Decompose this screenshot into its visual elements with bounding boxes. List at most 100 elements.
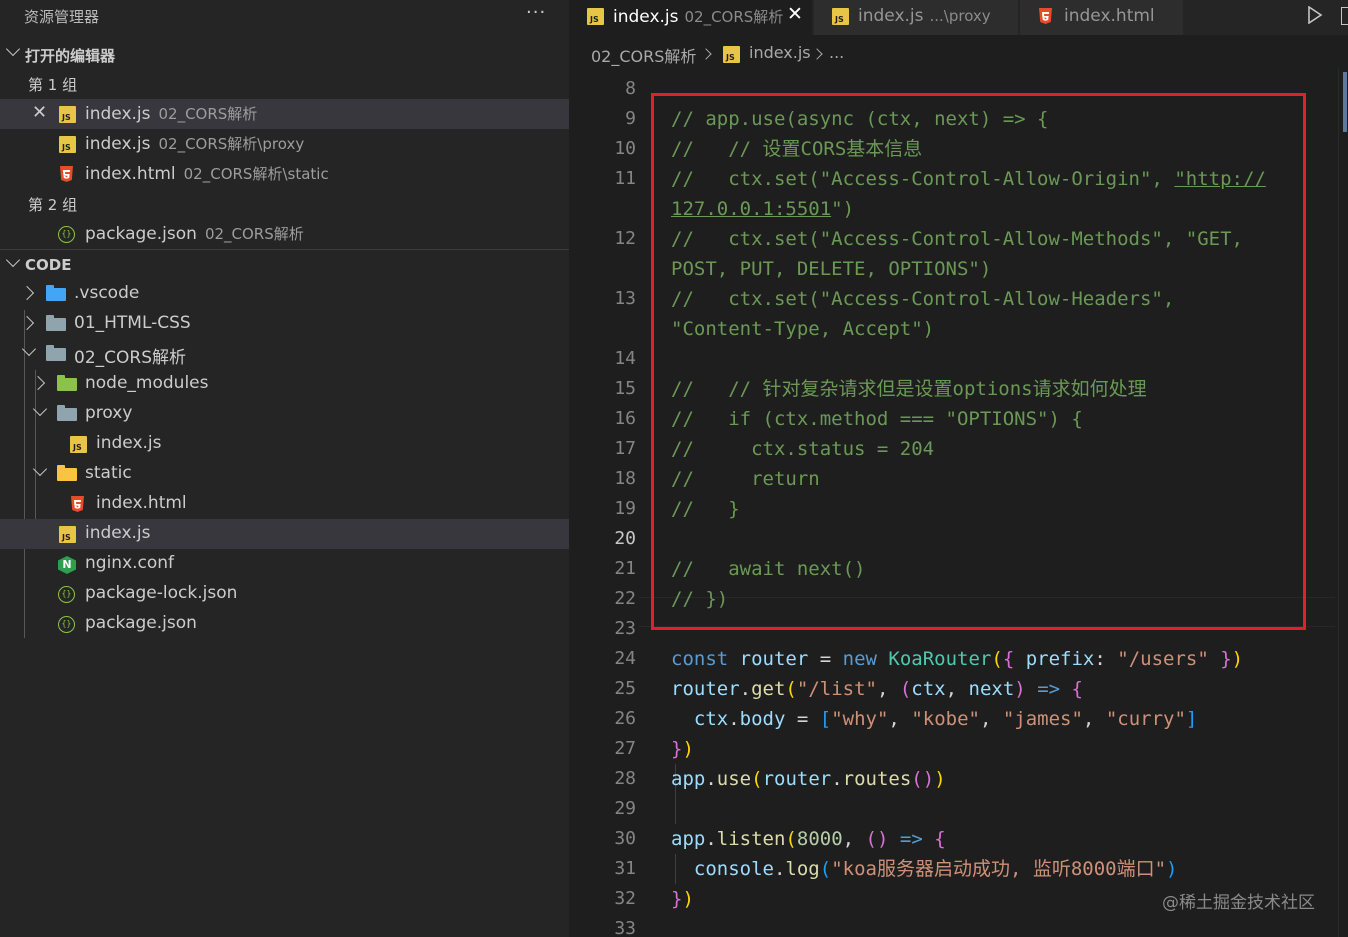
line-number: 18 bbox=[614, 468, 636, 489]
tree-folder-vscode[interactable]: .vscode bbox=[0, 279, 569, 309]
editor-group-2: 第 2 组 bbox=[0, 188, 569, 218]
tree-file-proxy-index-js[interactable]: JS index.js bbox=[0, 429, 569, 459]
run-icon[interactable] bbox=[1307, 6, 1323, 24]
js-file-icon: JS bbox=[70, 436, 87, 453]
tab-index-html[interactable]: index.html bbox=[1020, 0, 1184, 35]
line-number: 24 bbox=[614, 648, 636, 669]
line-number: 15 bbox=[614, 378, 636, 399]
line-number: 28 bbox=[614, 768, 636, 789]
chevron-right-icon bbox=[30, 375, 46, 391]
js-file-icon: JS bbox=[832, 8, 849, 25]
tree-file-index-js[interactable]: JS index.js bbox=[0, 519, 569, 549]
tree-item-label: package-lock.json bbox=[85, 583, 238, 603]
tab-index-js-proxy[interactable]: JS index.js ...\proxy bbox=[814, 0, 1019, 35]
json-file-icon: {} bbox=[58, 586, 75, 603]
line-number: 11 bbox=[614, 168, 636, 189]
chevron-down-icon bbox=[5, 252, 21, 268]
line-number: 10 bbox=[614, 138, 636, 159]
tab-bar: JS index.js 02_CORS解析 ✕ JS index.js ...\pr… bbox=[569, 0, 1348, 35]
tab-index-js-cors[interactable]: JS index.js 02_CORS解析 ✕ bbox=[569, 0, 813, 35]
editor-group-label: 第 1 组 bbox=[28, 76, 78, 94]
tree-item-label: index.js bbox=[96, 433, 162, 453]
line-number: 9 bbox=[625, 108, 636, 129]
open-editor-item[interactable]: ✕ JS index.js 02_CORS解析 bbox=[0, 99, 569, 129]
line-number: 32 bbox=[614, 888, 636, 909]
line-number: 26 bbox=[614, 708, 636, 729]
open-editors-section[interactable]: 打开的编辑器 bbox=[0, 39, 569, 69]
open-editor-item[interactable]: index.html 02_CORS解析\static bbox=[0, 159, 569, 189]
workspace-section[interactable]: CODE bbox=[0, 249, 569, 279]
json-file-icon: {} bbox=[58, 226, 75, 243]
file-name: index.js bbox=[85, 134, 151, 154]
html-file-icon bbox=[71, 496, 84, 512]
code-line: console.log("koa服务器启动成功, 监听8000端口") bbox=[693, 858, 1178, 880]
tree-folder-static[interactable]: static bbox=[0, 459, 569, 489]
more-actions-icon[interactable]: ··· bbox=[526, 2, 546, 23]
line-number: 17 bbox=[614, 438, 636, 459]
editor-pane: JS index.js 02_CORS解析 ✕ JS index.js ...\pr… bbox=[569, 0, 1348, 937]
js-file-icon: JS bbox=[59, 136, 76, 153]
chevron-down-icon bbox=[21, 341, 37, 357]
editor-group-1: 第 1 组 bbox=[0, 68, 569, 98]
node-folder-icon bbox=[57, 375, 77, 391]
line-number: 23 bbox=[614, 618, 636, 639]
workspace-label: CODE bbox=[25, 256, 72, 274]
breadcrumb-folder[interactable]: 02_CORS解析 bbox=[591, 43, 696, 67]
tree-file-nginx-conf[interactable]: N nginx.conf bbox=[0, 549, 569, 579]
tab-desc: ...\proxy bbox=[929, 7, 991, 25]
tree-file-package-lock[interactable]: {} package-lock.json bbox=[0, 579, 569, 609]
red-highlight-box bbox=[651, 93, 1306, 630]
code-line: const router = new KoaRouter({ prefix: "… bbox=[671, 648, 1244, 670]
tree-folder-node-modules[interactable]: node_modules bbox=[0, 369, 569, 399]
line-number: 14 bbox=[614, 348, 636, 369]
line-number: 8 bbox=[625, 78, 636, 99]
line-number: 22 bbox=[614, 588, 636, 609]
chevron-right-icon bbox=[811, 48, 823, 60]
chevron-right-icon bbox=[700, 48, 712, 60]
html-file-icon bbox=[60, 166, 73, 182]
tree-folder-cors[interactable]: 02_CORS解析 bbox=[0, 339, 569, 369]
open-editors-label: 打开的编辑器 bbox=[25, 47, 116, 65]
tree-file-package-json[interactable]: {} package.json bbox=[0, 609, 569, 639]
line-number: 29 bbox=[614, 798, 636, 819]
code-line: }) bbox=[671, 738, 694, 760]
tab-label: index.js bbox=[613, 7, 679, 27]
tree-item-label: package.json bbox=[85, 613, 197, 633]
code-line: ctx.body = ["why", "kobe", "james", "cur… bbox=[693, 708, 1198, 730]
js-file-icon: JS bbox=[723, 46, 740, 63]
chevron-down-icon bbox=[5, 41, 21, 57]
code-line: }) bbox=[671, 888, 694, 910]
static-folder-icon bbox=[57, 465, 77, 481]
open-editor-item[interactable]: {} package.json 02_CORS解析 bbox=[0, 219, 569, 249]
tree-folder-html-css[interactable]: 01_HTML-CSS bbox=[0, 309, 569, 339]
tree-file-index-html[interactable]: index.html bbox=[0, 489, 569, 519]
close-icon[interactable]: ✕ bbox=[787, 3, 803, 25]
scrollbar-thumb[interactable] bbox=[1343, 72, 1347, 132]
code-line: app.use(router.routes()) bbox=[671, 768, 946, 790]
js-file-icon: JS bbox=[59, 526, 76, 543]
explorer-title: 资源管理器 bbox=[24, 8, 100, 26]
breadcrumb-file[interactable]: index.js bbox=[749, 43, 811, 62]
split-editor-icon[interactable] bbox=[1341, 7, 1348, 25]
tree-item-label: 02_CORS解析 bbox=[74, 348, 186, 368]
file-name: package.json bbox=[85, 224, 197, 244]
tree-item-label: nginx.conf bbox=[85, 553, 175, 573]
code-line: router.get("/list", (ctx, next) => { bbox=[671, 678, 1083, 700]
json-file-icon: {} bbox=[58, 616, 75, 633]
open-editor-item[interactable]: JS index.js 02_CORS解析\proxy bbox=[0, 129, 569, 159]
tree-item-label: node_modules bbox=[85, 373, 209, 393]
explorer-sidebar: 资源管理器 ··· 打开的编辑器 第 1 组 ✕ JS index.js 02_C… bbox=[0, 0, 569, 937]
breadcrumb-symbol[interactable]: ... bbox=[829, 43, 844, 62]
tree-item-label: static bbox=[85, 463, 132, 483]
overview-ruler[interactable] bbox=[1338, 68, 1348, 937]
tree-item-label: index.html bbox=[96, 493, 187, 513]
line-number: 33 bbox=[614, 918, 636, 937]
chevron-right-icon bbox=[19, 315, 35, 331]
code-line: app.listen(8000, () => { bbox=[671, 828, 946, 850]
close-icon[interactable]: ✕ bbox=[32, 102, 47, 123]
folder-open-icon bbox=[46, 345, 66, 361]
line-number: 27 bbox=[614, 738, 636, 759]
tree-folder-proxy[interactable]: proxy bbox=[0, 399, 569, 429]
vscode-folder-icon bbox=[46, 285, 66, 301]
line-number: 16 bbox=[614, 408, 636, 429]
